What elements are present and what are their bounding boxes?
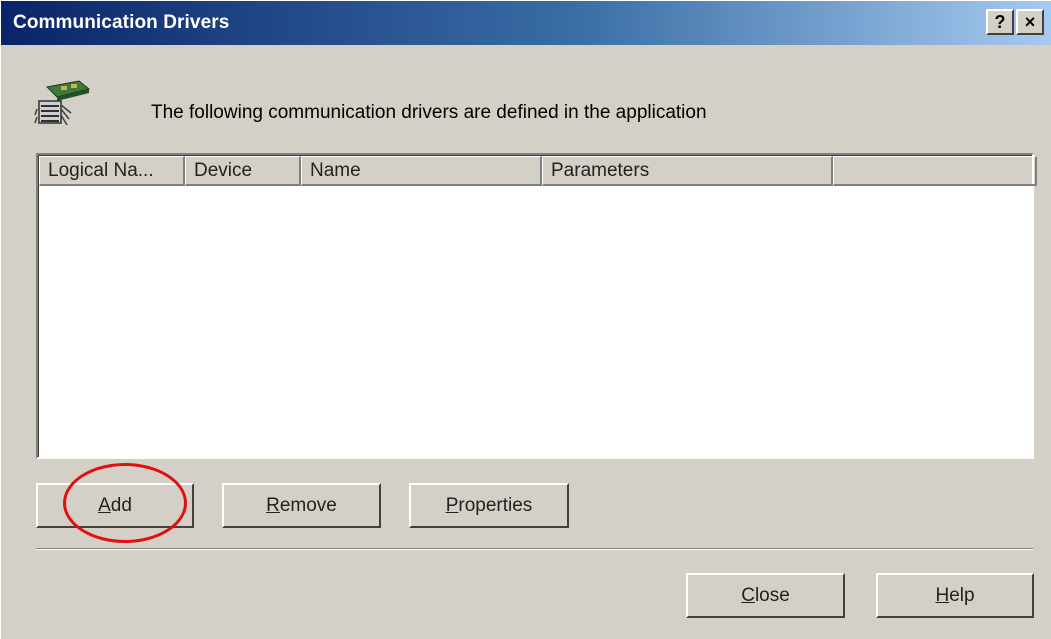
- communication-drivers-dialog: Communication Drivers ? × The following …: [0, 0, 1051, 639]
- add-mnemonic: A: [98, 495, 111, 516]
- remove-mnemonic: R: [266, 495, 280, 516]
- separator: [36, 548, 1033, 550]
- close-button[interactable]: Close: [686, 573, 845, 618]
- properties-mnemonic: P: [445, 495, 459, 516]
- close-mnemonic: C: [741, 585, 755, 606]
- close-title-button[interactable]: ×: [1016, 9, 1044, 35]
- column-logical-name[interactable]: Logical Na...: [39, 156, 185, 186]
- properties-label-rest: roperties: [458, 495, 533, 516]
- column-parameters[interactable]: Parameters: [542, 156, 833, 186]
- list-header: Logical Na... Device Name Parameters: [39, 156, 1037, 186]
- window-title: Communication Drivers: [13, 12, 230, 33]
- communication-driver-icon: [34, 80, 91, 126]
- close-label-rest: lose: [754, 585, 790, 606]
- add-button[interactable]: Add: [36, 483, 194, 528]
- help-title-button[interactable]: ?: [986, 9, 1014, 35]
- remove-label-rest: emove: [279, 495, 337, 516]
- help-mnemonic: H: [935, 585, 950, 606]
- title-bar[interactable]: Communication Drivers ? ×: [1, 1, 1051, 45]
- properties-button[interactable]: Properties: [409, 483, 569, 528]
- remove-button[interactable]: Remove: [222, 483, 381, 528]
- column-device[interactable]: Device: [185, 156, 301, 186]
- column-empty[interactable]: [833, 156, 1037, 186]
- column-name[interactable]: Name: [301, 156, 542, 186]
- add-label-rest: dd: [110, 495, 132, 516]
- drivers-list[interactable]: Logical Na... Device Name Parameters: [36, 153, 1037, 459]
- help-label-rest: elp: [949, 585, 975, 606]
- help-button[interactable]: Help: [876, 573, 1034, 618]
- description-text: The following communication drivers are …: [151, 102, 707, 123]
